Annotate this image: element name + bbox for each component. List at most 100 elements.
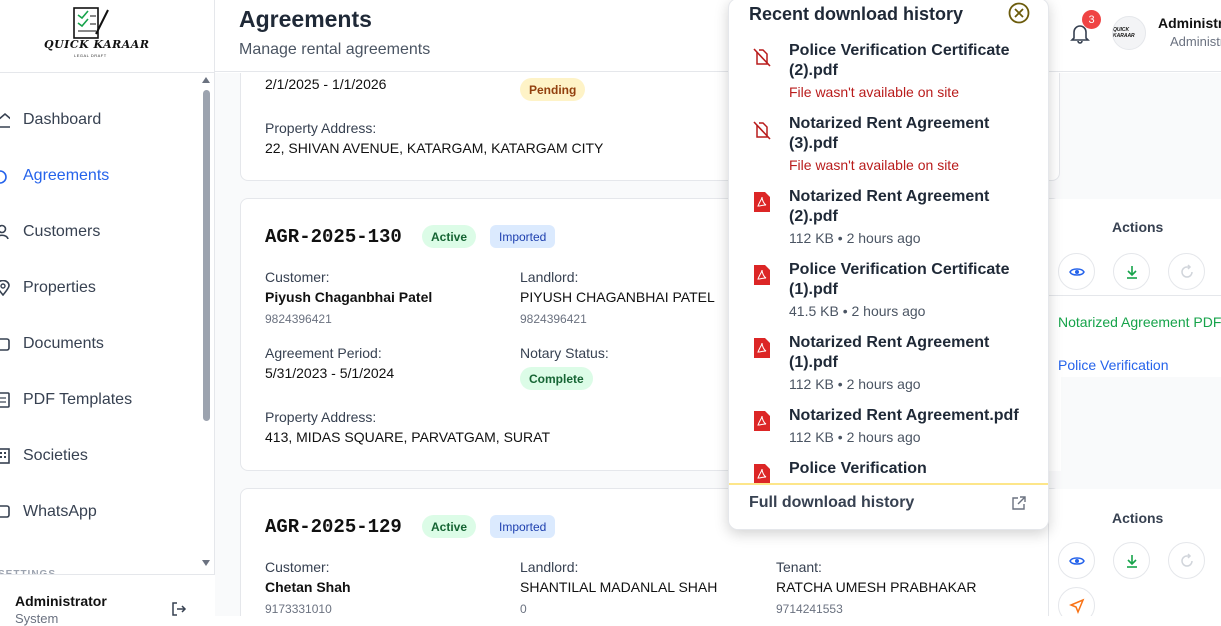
download-icon bbox=[1126, 554, 1137, 568]
download-item[interactable]: Police Verification Certificate (2).pdf … bbox=[729, 39, 1048, 109]
notarized-agreement-link[interactable]: Notarized Agreement PDF bbox=[1058, 314, 1221, 330]
page-subtitle: Manage rental agreements bbox=[239, 41, 431, 58]
scroll-up-arrow-icon[interactable] bbox=[202, 77, 210, 83]
send-button[interactable] bbox=[1058, 587, 1095, 616]
building-icon bbox=[0, 448, 10, 464]
actions-title: Actions bbox=[1112, 219, 1164, 235]
logout-icon[interactable] bbox=[171, 601, 187, 617]
status-badge: Active bbox=[422, 225, 477, 248]
restore-button[interactable] bbox=[1168, 253, 1205, 290]
notification-badge: 3 bbox=[1082, 10, 1101, 29]
download-button[interactable] bbox=[1113, 542, 1150, 579]
download-meta: 112 KB • 2 hours ago bbox=[789, 230, 921, 246]
header-user-role: Administrator bbox=[1170, 34, 1221, 49]
full-download-history-link[interactable]: Full download history bbox=[729, 483, 1048, 529]
logo-subtitle: LEGAL DRAFT bbox=[74, 53, 107, 58]
download-item[interactable]: Notarized Rent Agreement (2).pdf 112 KB … bbox=[729, 185, 1048, 255]
tenant-name: RATCHA UMESH PRABHAKAR bbox=[776, 579, 977, 595]
property-address-label: Property Address: bbox=[265, 409, 377, 425]
logo-document-icon bbox=[73, 7, 109, 39]
download-file-name: Police Verification bbox=[789, 460, 927, 477]
agreement-period: 2/1/2025 - 1/1/2026 bbox=[265, 76, 387, 92]
customer-label: Customer: bbox=[265, 269, 330, 285]
landlord-name: SHANTILAL MADANLAL SHAH bbox=[520, 579, 718, 595]
customer-name: Piyush Chaganbhai Patel bbox=[265, 289, 433, 305]
template-icon bbox=[0, 392, 10, 408]
agreement-period-label: Agreement Period: bbox=[265, 345, 382, 361]
download-item[interactable]: Notarized Rent Agreement (1).pdf 112 KB … bbox=[729, 331, 1048, 401]
home-icon bbox=[0, 112, 10, 128]
sidebar-item-dashboard[interactable]: Dashboard bbox=[0, 103, 200, 137]
sidebar-item-whatsapp[interactable]: WhatsApp bbox=[0, 495, 200, 529]
refresh-icon bbox=[1180, 263, 1193, 278]
police-verification-link[interactable]: Police Verification bbox=[1058, 357, 1169, 373]
sidebar-item-agreements[interactable]: Agreements bbox=[0, 159, 200, 193]
sidebar-item-pdf-templates[interactable]: PDF Templates bbox=[0, 383, 200, 417]
eye-icon bbox=[1068, 556, 1085, 565]
page-header: Agreements Manage rental agreements 3 QU… bbox=[215, 0, 1221, 72]
sidebar-item-societies[interactable]: Societies bbox=[0, 439, 200, 473]
pdf-icon bbox=[754, 338, 770, 358]
sidebar-item-label: Documents bbox=[23, 335, 104, 352]
property-address: 22, SHIVAN AVENUE, KATARGAM, KATARGAM CI… bbox=[265, 140, 604, 156]
restore-button[interactable] bbox=[1168, 542, 1205, 579]
download-file-name: Police Verification Certificate (1).pdf bbox=[789, 261, 1010, 298]
sidebar-item-label: Properties bbox=[23, 279, 96, 296]
chat-icon bbox=[0, 505, 10, 518]
external-link-icon bbox=[1012, 496, 1026, 510]
download-list: Police Verification Certificate (2).pdf … bbox=[729, 35, 1048, 483]
landlord-phone: 9824396421 bbox=[520, 312, 587, 326]
download-meta: 112 KB • 2 hours ago bbox=[789, 429, 921, 445]
avatar[interactable]: QUICK KARAAR bbox=[1112, 16, 1146, 50]
download-item[interactable]: Police Verification bbox=[729, 457, 1048, 483]
source-badge: Imported bbox=[490, 225, 556, 248]
download-item[interactable]: Notarized Rent Agreement.pdf 112 KB • 2 … bbox=[729, 404, 1048, 454]
tenant-phone: 9714241553 bbox=[776, 602, 843, 616]
sidebar-item-label: Customers bbox=[23, 223, 101, 240]
download-history-popup: Recent download history Police Verificat… bbox=[728, 0, 1049, 530]
customer-label: Customer: bbox=[265, 559, 330, 575]
agreement-period: 5/31/2023 - 5/1/2024 bbox=[265, 365, 395, 381]
scrollbar-thumb[interactable] bbox=[203, 90, 210, 421]
header-user-name[interactable]: Administrator bbox=[1158, 15, 1221, 31]
actions-panel: Actions Notarized Agreement PDF Police V… bbox=[1048, 199, 1221, 377]
pdf-icon bbox=[754, 464, 770, 483]
customer-phone: 9824396421 bbox=[265, 312, 332, 326]
download-icon bbox=[1126, 265, 1137, 279]
eye-icon bbox=[1068, 267, 1085, 276]
sidebar-user-role: System bbox=[15, 611, 59, 626]
sidebar-item-label: WhatsApp bbox=[23, 503, 97, 520]
scroll-down-arrow-icon[interactable] bbox=[202, 560, 210, 566]
download-button[interactable] bbox=[1113, 253, 1150, 290]
sidebar-item-label: Agreements bbox=[23, 167, 110, 184]
property-address-label: Property Address: bbox=[265, 120, 377, 136]
sidebar-item-documents[interactable]: Documents bbox=[0, 327, 200, 361]
sidebar-item-properties[interactable]: Properties bbox=[0, 271, 200, 305]
download-item[interactable]: Notarized Rent Agreement (3).pdf File wa… bbox=[729, 112, 1048, 182]
sidebar-user: Administrator System bbox=[0, 574, 215, 626]
logo-text: QUICK KARAAR bbox=[44, 38, 150, 51]
customer-name: Chetan Shah bbox=[265, 579, 351, 595]
download-file-name: Notarized Rent Agreement.pdf bbox=[789, 407, 1019, 424]
logo[interactable]: QUICK KARAAR LEGAL DRAFT bbox=[40, 6, 149, 62]
sidebar-item-label: PDF Templates bbox=[23, 391, 133, 408]
file-icon bbox=[0, 170, 7, 184]
close-icon[interactable] bbox=[1008, 2, 1030, 24]
send-icon bbox=[1068, 598, 1084, 614]
download-meta: 41.5 KB • 2 hours ago bbox=[789, 303, 926, 319]
view-button[interactable] bbox=[1058, 542, 1095, 579]
sidebar-user-name: Administrator bbox=[15, 593, 107, 609]
download-item[interactable]: Police Verification Certificate (1).pdf … bbox=[729, 258, 1048, 328]
notary-status-badge: Complete bbox=[520, 367, 593, 390]
download-file-name: Notarized Rent Agreement (1).pdf bbox=[789, 334, 990, 371]
agreement-id[interactable]: AGR-2025-130 bbox=[265, 226, 402, 248]
landlord-name: PIYUSH CHAGANBHAI PATEL bbox=[520, 289, 715, 305]
notary-status-label: Notary Status: bbox=[520, 345, 609, 361]
sidebar-item-customers[interactable]: Customers bbox=[0, 215, 200, 249]
page-title: Agreements bbox=[239, 6, 372, 32]
agreement-id[interactable]: AGR-2025-129 bbox=[265, 516, 402, 538]
view-button[interactable] bbox=[1058, 253, 1095, 290]
download-file-name: Notarized Rent Agreement (2).pdf bbox=[789, 188, 990, 225]
landlord-label: Landlord: bbox=[520, 269, 579, 285]
actions-divider bbox=[1049, 295, 1221, 296]
